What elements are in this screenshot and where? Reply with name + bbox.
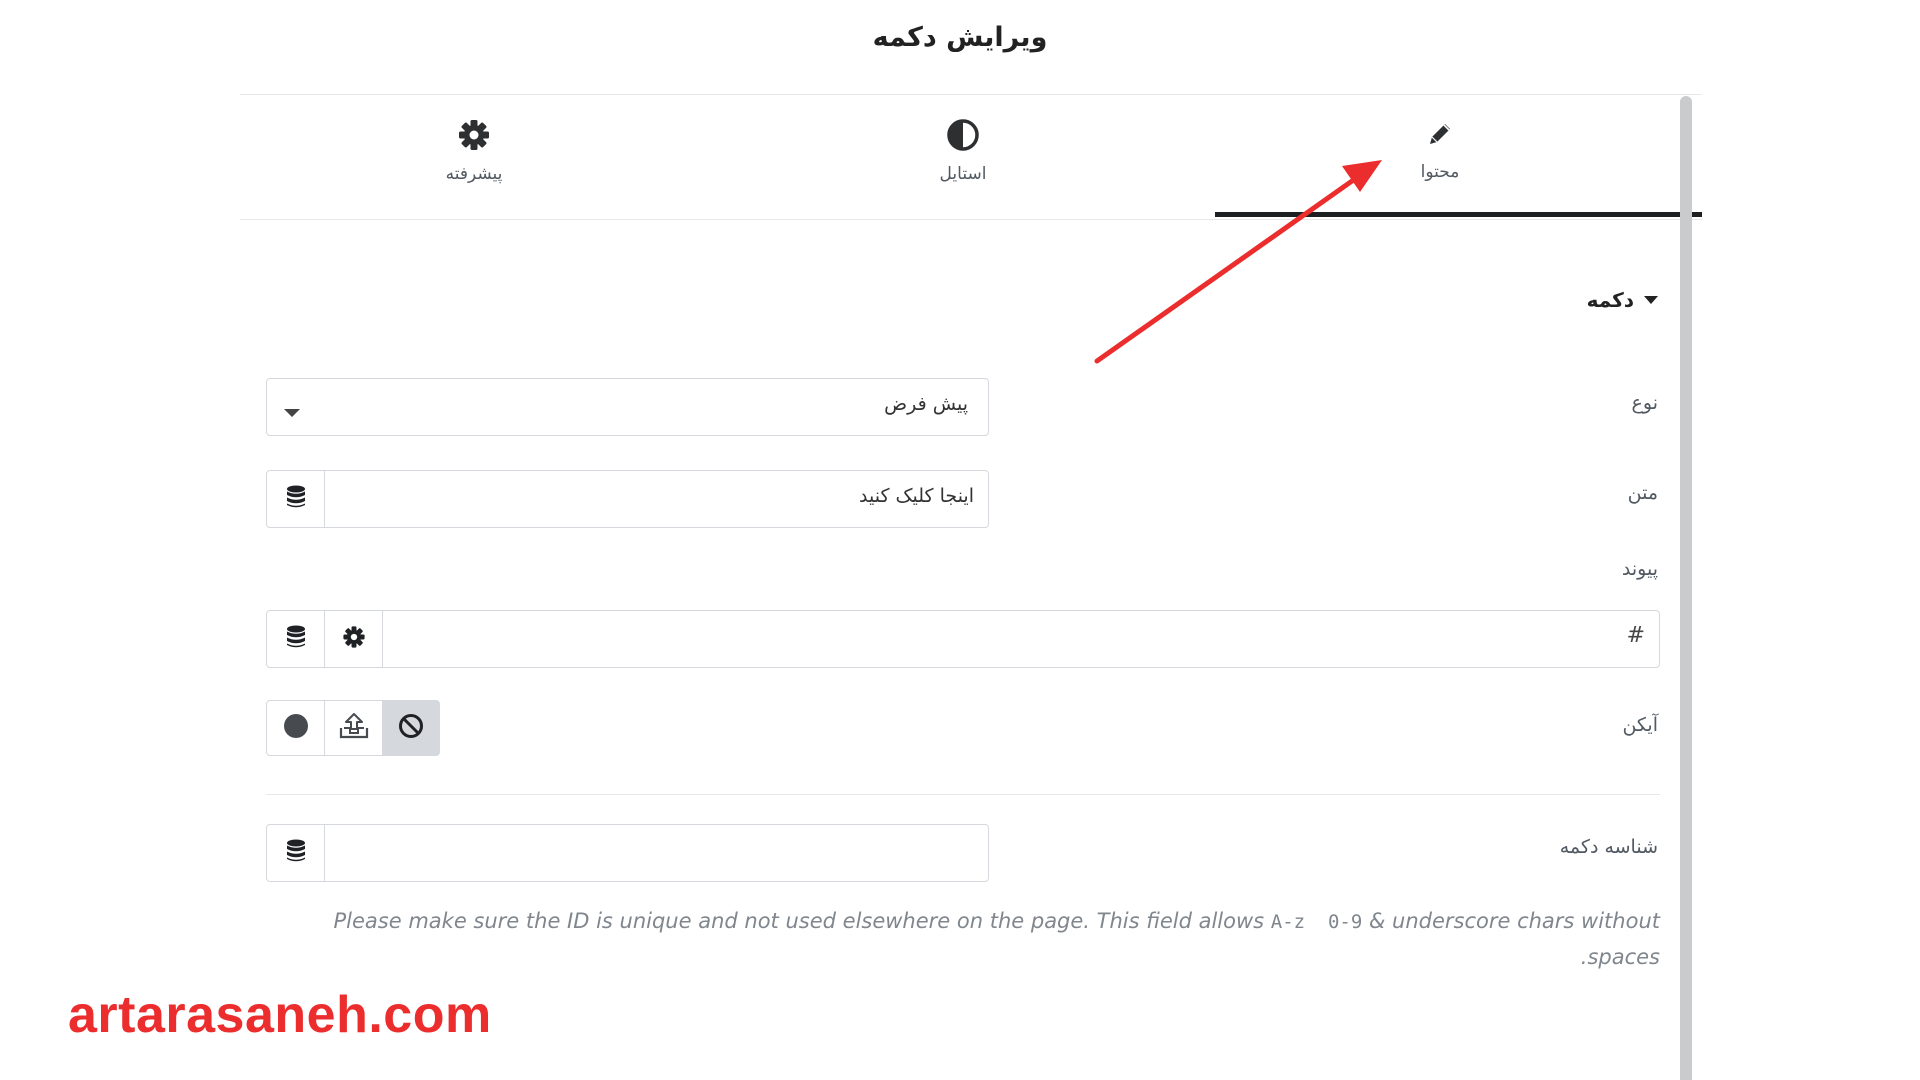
button-id-input[interactable]	[266, 824, 989, 882]
circle-icon	[283, 713, 309, 743]
icon-chooser[interactable]	[266, 700, 440, 756]
type-select-value: پیش فرض	[884, 393, 968, 415]
ban-icon	[398, 713, 424, 743]
text-label: متن	[1627, 482, 1658, 504]
tab-content[interactable]: محتوا	[1290, 118, 1590, 208]
dynamic-tags-button[interactable]	[267, 471, 325, 527]
tab-content-label: محتوا	[1420, 162, 1460, 182]
button-id-label: شناسه دکمه	[1559, 836, 1658, 858]
button-id-dynamic-tags-button[interactable]	[267, 825, 325, 881]
field-separator	[266, 794, 1660, 795]
link-input-value: #	[1626, 623, 1645, 648]
scrollbar[interactable]	[1680, 96, 1692, 1080]
link-dynamic-tags-button[interactable]	[267, 611, 325, 667]
help-text-part1: Please make sure the ID is unique and no…	[333, 909, 1271, 933]
gear-icon	[342, 625, 366, 653]
active-tab-indicator	[1215, 212, 1702, 217]
gear-icon	[324, 118, 624, 156]
tab-advanced-label: پیشرفته	[445, 164, 503, 184]
icon-label: آیکن	[1622, 714, 1658, 736]
upload-icon	[338, 712, 370, 744]
section-title: دکمه	[1586, 288, 1634, 312]
tab-advanced[interactable]: پیشرفته	[324, 118, 624, 208]
header-divider	[240, 94, 1702, 95]
link-input[interactable]: #	[266, 610, 1660, 668]
database-icon	[285, 839, 307, 867]
help-text-code: A-z 0-9	[1270, 911, 1363, 933]
page-title: ویرایش دکمه	[872, 22, 1048, 53]
chevron-down-icon	[283, 403, 301, 422]
half-circle-icon	[813, 118, 1113, 156]
link-options-button[interactable]	[325, 611, 383, 667]
tab-style[interactable]: استایل	[813, 118, 1113, 208]
watermark: artarasaneh.com	[68, 986, 492, 1044]
database-icon	[285, 485, 307, 513]
help-text: Please make sure the ID is unique and no…	[320, 904, 1660, 975]
section-toggle[interactable]: دکمه	[1587, 288, 1658, 312]
pencil-icon	[1290, 118, 1590, 154]
tab-style-label: استایل	[939, 164, 987, 184]
type-select[interactable]: پیش فرض	[266, 378, 989, 436]
type-label: نوع	[1631, 392, 1658, 414]
text-input-value: اینجا کلیک کنید	[859, 485, 974, 507]
icon-choice-upload[interactable]	[325, 701, 383, 755]
database-icon	[285, 625, 307, 653]
text-input[interactable]: اینجا کلیک کنید	[266, 470, 989, 528]
link-label: پیوند	[1621, 558, 1658, 580]
caret-down-icon	[1644, 296, 1658, 304]
tabs-divider	[240, 219, 1702, 220]
icon-choice-none[interactable]	[383, 701, 439, 755]
icon-choice-library[interactable]	[267, 701, 325, 755]
help-text-part2: & underscore chars without spaces.	[1362, 909, 1660, 969]
